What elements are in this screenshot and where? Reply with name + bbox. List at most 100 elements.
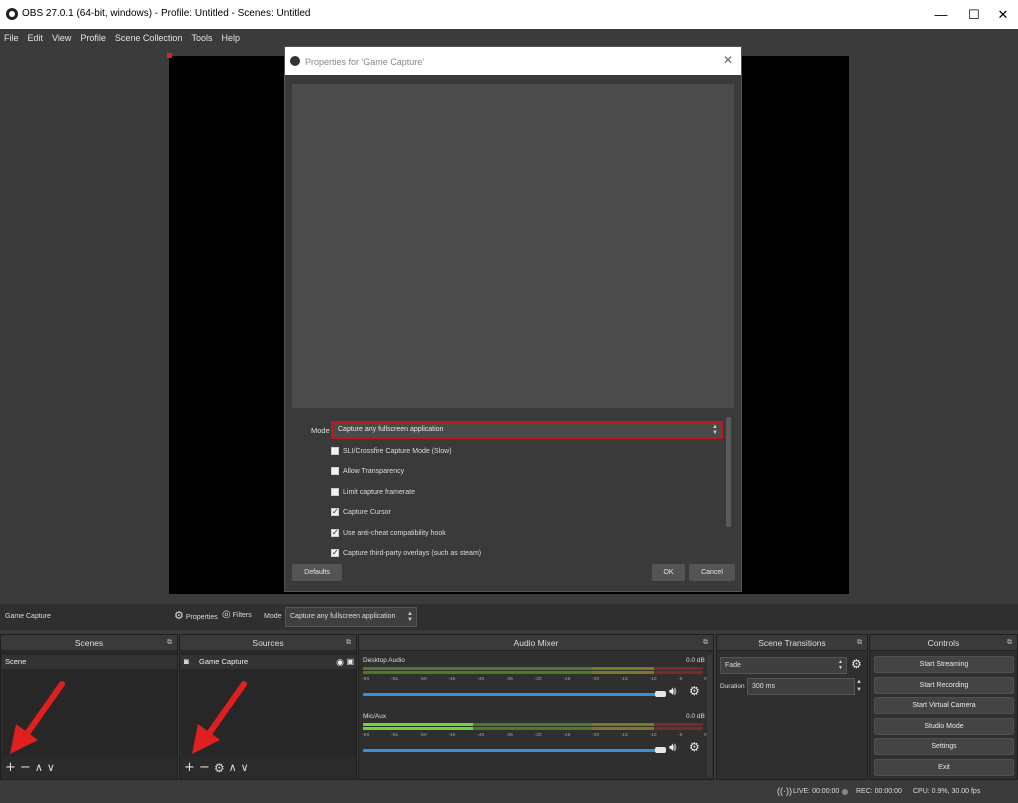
defaults-button[interactable]: Defaults: [292, 564, 342, 581]
volume-meter: [363, 671, 703, 674]
volume-slider-knob[interactable]: [655, 747, 666, 753]
toolbar-mode-label: Mode: [264, 613, 282, 620]
start-recording-button[interactable]: Start Recording: [874, 677, 1014, 694]
menu-edit[interactable]: Edit: [28, 29, 44, 47]
annotation-arrow-icon: [10, 681, 65, 754]
checkbox[interactable]: [331, 488, 339, 496]
move-up-icon[interactable]: ∧: [35, 757, 43, 779]
checkbox-allow-transparency[interactable]: Allow Transparency: [331, 465, 404, 477]
scale-tick: -55: [390, 676, 399, 681]
gear-icon[interactable]: ⚙: [689, 684, 700, 698]
exit-button[interactable]: Exit: [874, 759, 1014, 776]
filters-toolbar-button[interactable]: ◎ Filters: [222, 609, 252, 620]
volume-meter: [363, 667, 703, 670]
toolbar-mode-select[interactable]: Capture any fullscreen application ▲ ▼: [285, 607, 417, 627]
sources-footer: + − ⚙ ∧ ∨: [180, 757, 356, 779]
duration-input[interactable]: 300 ms: [747, 678, 855, 695]
cancel-button[interactable]: Cancel: [689, 564, 735, 581]
transform-handle[interactable]: [167, 53, 172, 58]
meter-scale: -60 -55 -50 -45 -40 -35 -30 -25 -20 -15 …: [362, 732, 707, 737]
scale-tick: -10: [649, 732, 657, 737]
checkbox-checked[interactable]: [331, 528, 339, 537]
checkbox-capture-cursor[interactable]: Capture Cursor: [331, 506, 391, 518]
spinner-arrows-icon[interactable]: ▲ ▼: [856, 678, 862, 694]
move-down-icon[interactable]: ∨: [241, 757, 249, 779]
volume-slider[interactable]: [363, 749, 663, 752]
list-item[interactable]: ◙ Game Capture ◉ ▣: [181, 655, 356, 669]
move-down-icon[interactable]: ∨: [47, 757, 55, 779]
mixer-scrollbar[interactable]: [707, 655, 712, 777]
channel-db: 0.0 dB: [686, 713, 705, 720]
volume-slider-knob[interactable]: [655, 691, 666, 697]
checkbox-label: SLI/Crossfire Capture Mode (Slow): [343, 447, 452, 455]
start-virtual-camera-button[interactable]: Start Virtual Camera: [874, 697, 1014, 714]
channel-name: Mic/Aux: [363, 713, 387, 720]
remove-icon[interactable]: −: [199, 757, 210, 779]
add-icon[interactable]: +: [184, 757, 195, 779]
checkbox-limit-framerate[interactable]: Limit capture framerate: [331, 486, 415, 498]
scale-tick: -50: [419, 676, 427, 681]
scale-tick: -5: [678, 676, 683, 681]
scale-tick: -40: [476, 732, 485, 737]
ok-button[interactable]: OK: [652, 564, 685, 581]
scene-transitions-dock: Scene Transitions ⧉ Fade ▲ ▼ ⚙ Duration 3…: [716, 634, 868, 780]
checkbox-anticheat-hook[interactable]: Use anti-cheat compatibility hook: [331, 527, 446, 539]
add-icon[interactable]: +: [5, 757, 16, 779]
speaker-icon[interactable]: 🔊︎: [669, 740, 677, 755]
speaker-icon[interactable]: 🔊︎: [669, 684, 677, 699]
settings-button[interactable]: Settings: [874, 738, 1014, 755]
mode-select[interactable]: Capture any fullscreen application ▲ ▼: [331, 421, 723, 439]
audio-mixer-dock: Audio Mixer ⧉ Desktop Audio 0.0 dB -60 -…: [358, 634, 714, 780]
scenes-title: Scenes: [74, 638, 104, 648]
checkbox[interactable]: [331, 467, 339, 475]
lock-icon[interactable]: ▣: [346, 655, 354, 669]
menu-scene-collection[interactable]: Scene Collection: [115, 29, 183, 47]
scale-tick: -35: [505, 732, 514, 737]
sources-title: Sources: [252, 638, 284, 648]
visibility-icon[interactable]: ◉: [336, 655, 344, 669]
move-up-icon[interactable]: ∧: [229, 757, 237, 779]
menu-view[interactable]: View: [52, 29, 71, 47]
volume-slider[interactable]: [363, 693, 663, 696]
scenes-header: Scenes ⧉: [1, 635, 177, 651]
menu-file[interactable]: File: [4, 29, 19, 47]
rec-status: REC: 00:00:00: [856, 788, 902, 795]
scale-tick: -5: [678, 732, 683, 737]
select-arrows-icon: ▲ ▼: [407, 611, 413, 623]
undock-icon[interactable]: ⧉: [857, 635, 862, 651]
checkbox-label: Capture third-party overlays (such as st…: [343, 549, 482, 557]
source-preview: [292, 84, 734, 408]
gear-icon[interactable]: ⚙: [689, 740, 700, 754]
undock-icon[interactable]: ⧉: [346, 635, 351, 651]
checkbox-sli-crossfire[interactable]: SLI/Crossfire Capture Mode (Slow): [331, 445, 452, 457]
properties-scrollbar[interactable]: [726, 417, 731, 527]
checkbox-checked[interactable]: [331, 507, 339, 516]
minimize-button[interactable]: —: [924, 0, 958, 29]
start-streaming-button[interactable]: Start Streaming: [874, 656, 1014, 673]
transition-select[interactable]: Fade ▲ ▼: [720, 657, 847, 674]
remove-icon[interactable]: −: [20, 757, 31, 779]
source-toolbar: Game Capture ⚙ Properties ◎ Filters Mode: [0, 604, 1018, 630]
checkbox-third-party-overlays[interactable]: Capture third-party overlays (such as st…: [331, 547, 481, 559]
gamepad-icon: ◙: [184, 657, 189, 666]
close-button[interactable]: ✕: [986, 0, 1018, 29]
channel-db: 0.0 dB: [686, 657, 705, 664]
menu-profile[interactable]: Profile: [80, 29, 106, 47]
checkbox[interactable]: [331, 447, 339, 455]
audio-mixer-title: Audio Mixer: [513, 638, 559, 648]
studio-mode-button[interactable]: Studio Mode: [874, 718, 1014, 735]
meter-scale: -60 -55 -50 -45 -40 -35 -30 -25 -20 -15 …: [362, 676, 707, 681]
gear-icon[interactable]: ⚙: [851, 657, 862, 671]
undock-icon[interactable]: ⧉: [1007, 635, 1012, 651]
dialog-close-icon[interactable]: ✕: [723, 53, 733, 67]
list-item[interactable]: Scene: [2, 655, 177, 669]
broadcast-icon: ((·)): [777, 786, 792, 796]
checkbox-checked[interactable]: [331, 548, 339, 557]
menu-help[interactable]: Help: [221, 29, 240, 47]
menu-tools[interactable]: Tools: [191, 29, 212, 47]
audio-mixer-header: Audio Mixer ⧉: [359, 635, 713, 651]
properties-toolbar-button[interactable]: ⚙ Properties: [174, 609, 218, 622]
undock-icon[interactable]: ⧉: [703, 635, 708, 651]
gear-icon[interactable]: ⚙: [214, 757, 225, 779]
undock-icon[interactable]: ⧉: [167, 635, 172, 651]
